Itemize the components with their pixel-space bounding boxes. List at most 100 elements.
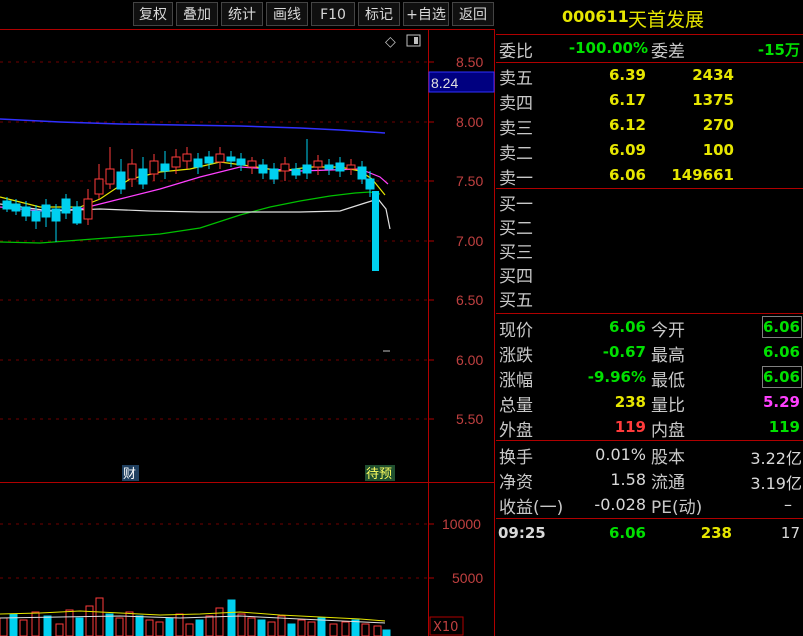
price-tick: 6.50 — [456, 292, 483, 308]
volume-bar — [95, 597, 104, 636]
candle-body — [313, 160, 323, 168]
sell2-volume: 100 — [702, 141, 734, 159]
statistics-button[interactable]: 统计 — [221, 2, 263, 26]
turnover-value: 0.01% — [595, 445, 646, 464]
sell5-price[interactable]: 6.39 — [586, 66, 646, 84]
volume-bar — [382, 629, 391, 636]
float-label: 流通 — [651, 473, 685, 493]
candle-body — [302, 164, 312, 174]
volume-bar — [215, 607, 224, 636]
sell2-price[interactable]: 6.09 — [586, 141, 646, 159]
current-price-tag-text: 8.24 — [431, 75, 458, 91]
candle-body — [335, 162, 345, 172]
candle-body — [31, 210, 41, 222]
add-watchlist-button[interactable]: +自选 — [403, 2, 449, 26]
diamond-icon[interactable]: ◇ — [385, 34, 396, 50]
volratio-value: 5.29 — [762, 393, 800, 411]
current-label: 现价 — [499, 321, 533, 341]
candle-body — [324, 164, 334, 170]
open-value: 6.06 — [762, 318, 800, 336]
outer-label: 外盘 — [499, 421, 533, 441]
candle-body — [94, 178, 104, 195]
volume-bar — [185, 623, 194, 636]
candles — [2, 139, 379, 271]
inner-value: 119 — [768, 418, 800, 436]
inner-label: 内盘 — [651, 421, 685, 441]
sell3-volume: 270 — [702, 116, 734, 134]
price-tick: 5.50 — [456, 411, 483, 427]
candle-body — [357, 166, 367, 180]
candle-body — [116, 171, 126, 190]
volume-ma-line — [0, 610, 386, 622]
price-grid — [0, 61, 428, 579]
candle-body — [291, 168, 301, 176]
back-button[interactable]: 返回 — [452, 2, 494, 26]
high-label: 最高 — [651, 346, 685, 366]
volume-bar — [31, 611, 40, 636]
pe-label: PE(动) — [651, 498, 703, 518]
volume-bar — [55, 623, 64, 636]
f10-button[interactable]: F10 — [311, 2, 355, 26]
mark-button[interactable]: 标记 — [358, 2, 400, 26]
draw-line-button[interactable]: 画线 — [266, 2, 308, 26]
volume-bar — [317, 617, 326, 636]
sell4-label: 卖四 — [499, 94, 533, 114]
volume-bar — [257, 619, 266, 636]
candle-body — [193, 158, 203, 168]
volume-bar — [105, 613, 114, 636]
volume-bar — [19, 619, 28, 636]
sell5-volume: 2434 — [692, 66, 734, 84]
candle-body — [269, 168, 279, 180]
current-value: 6.06 — [608, 318, 646, 336]
buy2-label: 买二 — [499, 219, 533, 239]
pct-label: 涨幅 — [499, 371, 533, 391]
candle-body — [72, 206, 82, 224]
volume-tick: 10000 — [442, 516, 481, 532]
candle-body — [83, 198, 93, 220]
low-value: 6.06 — [762, 368, 800, 386]
change-label: 涨跌 — [499, 346, 533, 366]
volume-bar — [195, 619, 204, 636]
candle-body — [226, 156, 236, 162]
fuquan-button[interactable]: 复权 — [133, 2, 173, 26]
sell1-label: 卖一 — [499, 169, 533, 189]
window-toggle-icon[interactable] — [406, 34, 421, 47]
volume-bars — [0, 597, 391, 636]
ma-magenta-line — [0, 166, 389, 212]
candle-body — [171, 156, 181, 168]
volume-bar — [267, 621, 276, 636]
overlay-button[interactable]: 叠加 — [176, 2, 218, 26]
sell3-price[interactable]: 6.12 — [586, 116, 646, 134]
buy1-label: 买一 — [499, 195, 533, 215]
marker-daiyu: 待预 — [366, 467, 392, 482]
volume-bar — [247, 617, 256, 636]
sell3-label: 卖三 — [499, 119, 533, 139]
sell4-price[interactable]: 6.17 — [586, 91, 646, 109]
price-tick: 6.00 — [456, 352, 483, 368]
buy5-label: 买五 — [499, 291, 533, 311]
kline-chart[interactable]: 8.50 8.00 7.50 7.00 6.50 6.00 5.50 10000… — [0, 29, 495, 636]
low-label: 最低 — [651, 371, 685, 391]
kline-svg[interactable]: 8.50 8.00 7.50 7.00 6.50 6.00 5.50 10000… — [0, 29, 495, 636]
volume-unit: X10 — [433, 620, 458, 635]
candle-body — [280, 163, 290, 172]
tick-count: 17 — [780, 524, 800, 542]
volratio-label: 量比 — [651, 396, 685, 416]
volume-bar — [287, 623, 296, 636]
sell1-price[interactable]: 6.06 — [586, 166, 646, 184]
volume-bar — [145, 619, 154, 636]
volume-bar — [329, 623, 338, 636]
sell4-volume: 1375 — [692, 91, 734, 109]
volume-bar — [297, 619, 306, 636]
volume-bar — [341, 621, 350, 636]
volume-bar — [175, 613, 184, 636]
candle-body — [365, 178, 375, 190]
candle-body — [236, 158, 246, 166]
volume-bar — [65, 609, 74, 636]
candle-body — [105, 168, 115, 185]
sell5-label: 卖五 — [499, 69, 533, 89]
high-value: 6.06 — [762, 343, 800, 361]
buy4-label: 买四 — [499, 267, 533, 287]
candle-body — [160, 163, 170, 172]
window-toggle-icon-inner — [414, 37, 418, 44]
